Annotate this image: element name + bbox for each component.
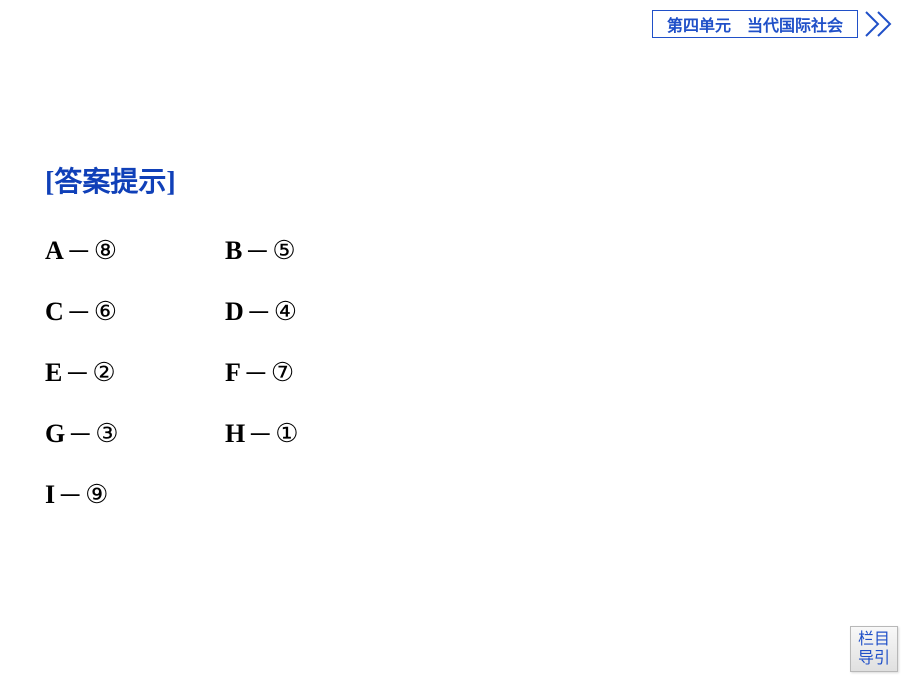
header-banner: 第四单元 当代国际社会 (652, 10, 902, 38)
nav-label-line1: 栏目 (858, 630, 890, 649)
answer-pair: E － ② (45, 354, 225, 391)
answer-heading: [答案提示] (45, 160, 299, 200)
answer-row: G － ③ H － ① (45, 415, 299, 452)
answer-letter: H (225, 419, 245, 449)
banner-arrow-icon (864, 10, 902, 38)
answer-letter: G (45, 419, 65, 449)
answer-number: ⑨ (85, 480, 108, 510)
answer-letter: B (225, 236, 242, 266)
answer-row: E － ② F － ⑦ (45, 354, 299, 391)
answer-row: I － ⑨ (45, 476, 299, 513)
answer-letter: F (225, 358, 241, 388)
answer-number: ⑧ (94, 236, 117, 266)
answer-number: ⑥ (94, 297, 117, 327)
answer-number: ① (275, 419, 298, 449)
answer-dash: － (247, 415, 273, 452)
answer-row: A － ⑧ B － ⑤ (45, 232, 299, 269)
column-nav-button[interactable]: 栏目 导引 (850, 626, 898, 672)
answer-pair: H － ① (225, 415, 299, 452)
answer-pair: A － ⑧ (45, 232, 225, 269)
content-area: [答案提示] A － ⑧ B － ⑤ C － ⑥ D － ④ E － ② (45, 160, 299, 537)
unit-title-box: 第四单元 当代国际社会 (652, 10, 858, 38)
answer-number: ④ (274, 297, 297, 327)
answer-pair: I － ⑨ (45, 476, 225, 513)
answer-dash: － (67, 415, 93, 452)
answer-pair: C － ⑥ (45, 293, 225, 330)
answer-letter: C (45, 297, 64, 327)
nav-label-line2: 导引 (858, 649, 890, 668)
answer-number: ③ (95, 419, 118, 449)
answer-dash: － (57, 476, 83, 513)
answer-dash: － (244, 232, 270, 269)
answer-letter: D (225, 297, 244, 327)
answer-number: ⑤ (272, 236, 295, 266)
answer-letter: I (45, 480, 55, 510)
answer-dash: － (246, 293, 272, 330)
answer-letter: A (45, 236, 64, 266)
unit-title-text: 第四单元 当代国际社会 (667, 12, 843, 36)
answer-pair: G － ③ (45, 415, 225, 452)
answer-row: C － ⑥ D － ④ (45, 293, 299, 330)
answer-dash: － (64, 354, 90, 391)
answer-letter: E (45, 358, 62, 388)
answer-dash: － (66, 232, 92, 269)
answer-pair: D － ④ (225, 293, 297, 330)
answer-dash: － (243, 354, 269, 391)
answer-dash: － (66, 293, 92, 330)
answer-pair: B － ⑤ (225, 232, 296, 269)
answer-number: ② (92, 358, 115, 388)
answer-number: ⑦ (271, 358, 294, 388)
answer-pair: F － ⑦ (225, 354, 294, 391)
